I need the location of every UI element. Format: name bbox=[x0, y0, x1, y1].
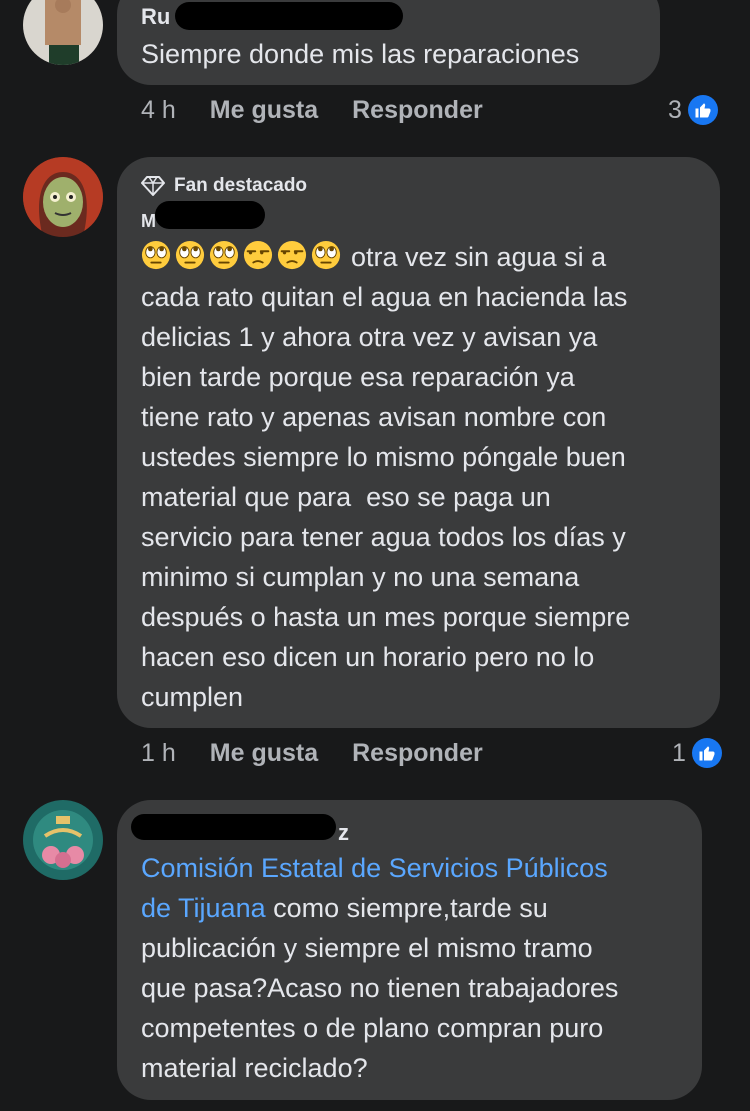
text-line: ustedes siempre lo mismo póngale buen bbox=[141, 442, 626, 472]
redaction-bar bbox=[131, 814, 336, 840]
avatar[interactable] bbox=[23, 0, 103, 65]
like-button[interactable]: Me gusta bbox=[210, 96, 318, 125]
text-line: de Tijuana como siempre,tarde su bbox=[141, 893, 548, 923]
text-line: servicio para tener agua todos los días … bbox=[141, 522, 626, 552]
author-name[interactable]: Ru bbox=[141, 4, 170, 30]
comment-actions: 1 h Me gusta Responder bbox=[141, 739, 483, 768]
fan-badge-label: Fan destacado bbox=[174, 175, 308, 196]
comment-bubble: Ru Siempre donde mis las reparaciones bbox=[117, 0, 660, 85]
comment-bubble: Fan destacado M otra vez sin agua si a c… bbox=[117, 157, 720, 728]
text-line: competentes o de plano compran puro bbox=[141, 1013, 604, 1043]
redaction-bar bbox=[175, 2, 403, 30]
redaction-bar bbox=[155, 201, 265, 229]
like-button[interactable]: Me gusta bbox=[210, 739, 318, 768]
top-fan-badge: Fan destacado bbox=[141, 175, 307, 197]
eye-roll-emoji-icon bbox=[175, 240, 205, 270]
reaction-count[interactable]: 1 bbox=[672, 738, 722, 768]
text-line: material reciclado? bbox=[141, 1053, 368, 1083]
diamond-icon bbox=[141, 176, 165, 196]
text-line: que pasa?Acaso no tienen trabajadores bbox=[141, 973, 619, 1003]
comment-actions: 4 h Me gusta Responder bbox=[141, 96, 483, 125]
comment-text: Comisión Estatal de Servicios Públicos d… bbox=[141, 848, 701, 1088]
reply-button[interactable]: Responder bbox=[352, 96, 483, 125]
text-line: minimo si cumplan y no una semana bbox=[141, 562, 580, 592]
reaction-number: 3 bbox=[668, 95, 682, 124]
text-line: cumplen bbox=[141, 682, 244, 712]
author-name[interactable]: z bbox=[338, 820, 349, 846]
reaction-number: 1 bbox=[672, 738, 686, 767]
text-line: hacen eso dicen un horario pero no lo bbox=[141, 642, 595, 672]
eye-roll-emoji-icon bbox=[209, 240, 239, 270]
comment-bubble: z Comisión Estatal de Servicios Públicos… bbox=[117, 800, 702, 1100]
thumbs-up-icon bbox=[691, 738, 722, 768]
comment-text: Siempre donde mis las reparaciones bbox=[141, 39, 580, 69]
unamused-emoji-icon bbox=[243, 240, 273, 270]
thumbs-up-icon bbox=[687, 95, 718, 125]
text-line-1: otra vez sin agua si a bbox=[141, 237, 711, 277]
eye-roll-emoji-icon bbox=[141, 240, 171, 270]
comment-text: otra vez sin agua si a cada rato quitan … bbox=[141, 237, 711, 717]
comments-page: Ru Siempre donde mis las reparaciones 4 … bbox=[0, 0, 750, 1111]
emoji-list bbox=[141, 240, 345, 272]
author-name[interactable]: M bbox=[141, 211, 156, 232]
text-line: cada rato quitan el agua en hacienda las bbox=[141, 282, 628, 312]
text-line: tiene rato y apenas avisan nombre con bbox=[141, 402, 607, 432]
mention-link[interactable]: Comisión Estatal de Servicios Públicos bbox=[141, 848, 701, 888]
reaction-count[interactable]: 3 bbox=[668, 95, 718, 125]
avatar[interactable] bbox=[23, 157, 103, 237]
mention-link[interactable]: de Tijuana bbox=[141, 893, 266, 923]
unamused-emoji-icon bbox=[277, 240, 307, 270]
text-line: material que para eso se paga un bbox=[141, 482, 551, 512]
eye-roll-emoji-icon bbox=[311, 240, 341, 270]
comment-time[interactable]: 4 h bbox=[141, 96, 176, 125]
comment-time[interactable]: 1 h bbox=[141, 739, 176, 768]
text-line: bien tarde porque esa reparación ya bbox=[141, 362, 575, 392]
text-line: publicación y siempre el mismo tramo bbox=[141, 933, 593, 963]
avatar[interactable] bbox=[23, 800, 103, 880]
text-line: delicias 1 y ahora otra vez y avisan ya bbox=[141, 322, 598, 352]
reply-button[interactable]: Responder bbox=[352, 739, 483, 768]
text-line: después o hasta un mes porque siempre bbox=[141, 602, 631, 632]
